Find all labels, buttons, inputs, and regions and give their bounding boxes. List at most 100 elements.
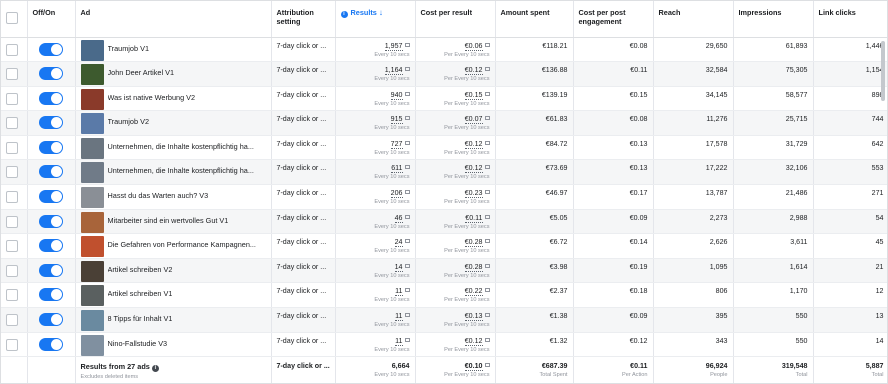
ad-name-link[interactable]: Traumjob V1 (108, 44, 150, 53)
table-row[interactable]: John Deer Artikel V1 7-day click or ... 1,… (1, 61, 887, 87)
row-results: 1,957 Every 10 secs (335, 37, 416, 63)
col-results[interactable]: i Results ↓ (335, 1, 416, 38)
row-link-clicks: 1,154 (813, 61, 887, 87)
row-reach: 343 (653, 332, 734, 358)
info-icon[interactable]: i (151, 365, 159, 373)
ad-name-link[interactable]: Unternehmen, die Inhalte kostenpflichtig… (108, 166, 254, 175)
table-row[interactable]: 8 Tipps für Inhalt V1 7-day click or ... 1… (1, 307, 887, 333)
ad-toggle-switch[interactable] (38, 263, 63, 277)
table-row[interactable]: Hasst du das Warten auch? V3 7-day click … (1, 184, 887, 210)
ad-toggle-switch[interactable] (38, 190, 63, 204)
table-row[interactable]: Was ist native Werbung V2 7-day click or … (1, 86, 887, 112)
cpr-value: €0.22 (464, 287, 483, 297)
row-checkbox[interactable] (6, 314, 18, 327)
cpr-sub: Per Every 10 secs (444, 248, 490, 255)
results-sub: Every 10 secs (374, 346, 410, 353)
row-impressions: 1,170 (733, 282, 814, 309)
row-select-cell (1, 233, 28, 259)
ad-toggle-switch[interactable] (38, 165, 63, 179)
ad-name-link[interactable]: Nino-Fallstudie V3 (108, 339, 168, 348)
row-checkbox[interactable] (6, 289, 18, 302)
col-cost-per-result[interactable]: Cost per result (415, 1, 496, 38)
ad-name-link[interactable]: Artikel schreiben V1 (108, 289, 173, 298)
row-attribution: 7-day click or ... (271, 86, 336, 112)
row-reach: 17,578 (653, 135, 734, 161)
row-checkbox[interactable] (6, 240, 18, 253)
results-value: 46 (394, 213, 403, 223)
col-impressions[interactable]: Impressions (733, 1, 814, 38)
row-cost-per-result: €0.06 Per Every 10 secs (415, 37, 496, 63)
ad-toggle-switch[interactable] (38, 116, 63, 130)
ad-name-link[interactable]: Traumjob V2 (108, 117, 150, 126)
row-checkbox[interactable] (6, 191, 18, 204)
ad-toggle-switch[interactable] (38, 313, 63, 327)
cpr-value: €0.12 (464, 139, 483, 149)
row-select-cell (1, 61, 28, 87)
totals-cpr: €0.10 Per Every 10 secs (415, 356, 496, 383)
col-ad[interactable]: Ad (75, 1, 272, 38)
row-checkbox[interactable] (6, 166, 18, 179)
ad-name-link[interactable]: Die Gefahren von Performance Kampagnen..… (108, 240, 256, 249)
row-impressions: 25,715 (733, 110, 814, 136)
ad-toggle-switch[interactable] (38, 214, 63, 228)
row-cost-per-engagement: €0.12 (573, 332, 654, 358)
col-off-on[interactable]: Off/On (27, 1, 76, 38)
row-checkbox[interactable] (6, 215, 18, 228)
table-row[interactable]: Traumjob V1 7-day click or ... 1,957 Every … (1, 37, 887, 63)
ad-name-link[interactable]: 8 Tipps für Inhalt V1 (108, 314, 173, 323)
row-checkbox[interactable] (6, 338, 18, 351)
results-value: 11 (395, 336, 403, 346)
totals-cpe-value: €0.11 (630, 362, 648, 371)
table-row[interactable]: Traumjob V2 7-day click or ... 915 Every 10… (1, 110, 887, 136)
row-ad-cell: Was ist native Werbung V2 (75, 86, 272, 112)
sort-down-arrow-icon: ↓ (378, 8, 383, 17)
row-checkbox[interactable] (6, 43, 18, 56)
row-checkbox[interactable] (6, 264, 18, 277)
col-link-clicks[interactable]: Link clicks (813, 1, 887, 38)
vertical-scrollbar[interactable] (881, 41, 885, 101)
ad-name-link[interactable]: Unternehmen, die Inhalte kostenpflichtig… (108, 142, 254, 151)
row-toggle-cell (27, 307, 76, 333)
totals-cpe: €0.11 Per Action (573, 356, 654, 383)
results-sub: Every 10 secs (374, 76, 410, 83)
row-reach: 395 (653, 307, 734, 333)
ad-toggle-switch[interactable] (38, 337, 63, 351)
ad-name-link[interactable]: Hasst du das Warten auch? V3 (108, 191, 209, 200)
ad-name-link[interactable]: Artikel schreiben V2 (108, 265, 173, 274)
ad-toggle-switch[interactable] (38, 42, 63, 56)
row-checkbox[interactable] (6, 117, 18, 130)
table-row[interactable]: Mitarbeiter sind ein wertvolles Gut V1 7-… (1, 209, 887, 235)
row-checkbox[interactable] (6, 92, 18, 105)
row-attribution: 7-day click or ... (271, 61, 336, 87)
totals-cpr-value: €0.10 (464, 362, 483, 372)
grid-icon (484, 263, 490, 268)
col-reach[interactable]: Reach (653, 1, 734, 38)
row-checkbox[interactable] (6, 68, 18, 81)
results-value: 14 (394, 262, 403, 272)
row-checkbox[interactable] (6, 141, 18, 154)
ad-toggle-switch[interactable] (38, 239, 63, 253)
select-all-checkbox[interactable] (6, 12, 18, 24)
row-amount-spent: €1.32 (495, 332, 574, 358)
ad-toggle-switch[interactable] (38, 288, 63, 302)
table-row[interactable]: Unternehmen, die Inhalte kostenpflichtig… (1, 135, 887, 161)
col-attribution[interactable]: Attribution setting (271, 1, 336, 38)
ad-toggle-switch[interactable] (38, 140, 63, 154)
table-row[interactable]: Artikel schreiben V2 7-day click or ... 14… (1, 258, 887, 284)
table-row[interactable]: Unternehmen, die Inhalte kostenpflichtig… (1, 159, 887, 186)
cpr-sub: Per Every 10 secs (444, 149, 490, 156)
table-row[interactable]: Nino-Fallstudie V3 7-day click or ... 11 Ev… (1, 332, 887, 358)
ad-thumbnail (80, 162, 104, 184)
grid-icon (404, 165, 410, 170)
row-link-clicks: 1,446 (813, 37, 887, 63)
ad-toggle-switch[interactable] (38, 91, 63, 105)
table-row[interactable]: Artikel schreiben V1 7-day click or ... 11… (1, 282, 887, 309)
ad-toggle-switch[interactable] (38, 67, 63, 81)
col-cost-per-engagement[interactable]: Cost per post engagement (573, 1, 654, 38)
ad-name-link[interactable]: Was ist native Werbung V2 (108, 93, 196, 102)
ad-name-link[interactable]: Mitarbeiter sind ein wertvolles Gut V1 (108, 216, 229, 225)
col-amount-spent[interactable]: Amount spent (495, 1, 574, 38)
table-row[interactable]: Die Gefahren von Performance Kampagnen..… (1, 233, 887, 259)
ad-name-link[interactable]: John Deer Artikel V1 (108, 68, 175, 77)
totals-clicks: 5,887 Total (813, 356, 887, 383)
